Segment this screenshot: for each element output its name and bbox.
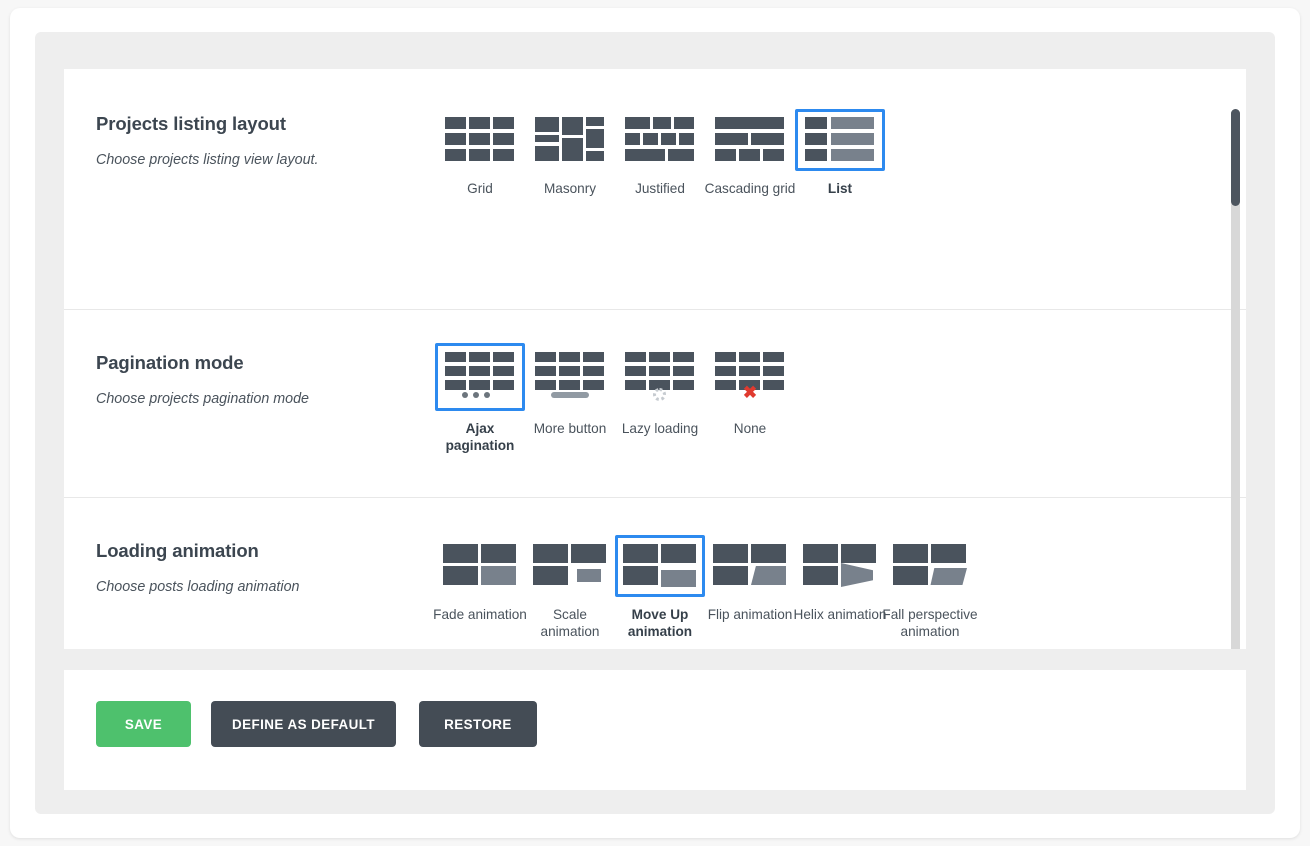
option-icon-box — [435, 535, 525, 597]
pagination-options-row: Ajax pagination — [409, 310, 1246, 454]
more-button-icon — [535, 352, 605, 402]
ajax-pagination-icon — [445, 352, 515, 402]
none-icon: ✖ — [715, 352, 785, 402]
section-title: Projects listing layout — [96, 113, 409, 135]
option-icon-box — [795, 535, 885, 597]
option-label: More button — [522, 420, 618, 437]
option-icon-box — [615, 535, 705, 597]
option-icon-box — [525, 535, 615, 597]
option-icon-box — [615, 109, 705, 171]
option-ajax-pagination[interactable]: Ajax pagination — [435, 343, 525, 454]
option-label: List — [792, 180, 888, 197]
animation-options-row: Fade animation Scale animation — [409, 498, 1246, 640]
option-label: Ajax pagination — [432, 420, 528, 454]
option-label: Flip animation — [702, 606, 798, 623]
option-label: Scale animation — [522, 606, 618, 640]
option-helix-animation[interactable]: Helix animation — [795, 535, 885, 623]
option-label: Fall perspective animation — [882, 606, 978, 640]
option-icon-box — [705, 535, 795, 597]
masonry-layout-icon — [535, 117, 605, 163]
section-title: Loading animation — [96, 540, 409, 562]
option-more-button[interactable]: More button — [525, 343, 615, 437]
flip-animation-icon — [713, 544, 787, 588]
section-pagination-mode: Pagination mode Choose projects paginati… — [64, 310, 1246, 498]
option-icon-box — [435, 109, 525, 171]
option-justified[interactable]: Justified — [615, 109, 705, 197]
grid-layout-icon — [445, 117, 515, 163]
outer-window: Projects listing layout Choose projects … — [10, 8, 1300, 838]
scale-animation-icon — [533, 544, 607, 588]
scrollbar-thumb[interactable] — [1231, 109, 1240, 206]
cross-mark-icon: ✖ — [742, 385, 758, 401]
option-label: Helix animation — [792, 606, 888, 623]
section-description: Choose projects listing view layout. — [96, 152, 409, 168]
option-icon-box — [705, 109, 795, 171]
settings-scroll-container[interactable]: Projects listing layout Choose projects … — [64, 69, 1246, 649]
option-icon-box — [525, 343, 615, 411]
spinner-icon — [653, 388, 666, 401]
option-icon-box — [885, 535, 975, 597]
section-projects-listing-layout: Projects listing layout Choose projects … — [64, 69, 1246, 310]
option-list[interactable]: List — [795, 109, 885, 197]
section-loading-animation: Loading animation Choose posts loading a… — [64, 498, 1246, 649]
list-layout-icon — [805, 117, 875, 163]
option-flip-animation[interactable]: Flip animation — [705, 535, 795, 623]
option-label: Cascading grid — [702, 180, 798, 197]
option-cascading-grid[interactable]: Cascading grid — [705, 109, 795, 197]
save-button[interactable]: SAVE — [96, 701, 191, 747]
section-heading-block: Pagination mode Choose projects paginati… — [64, 310, 409, 407]
option-icon-box — [525, 109, 615, 171]
option-icon-box — [435, 343, 525, 411]
section-heading-block: Loading animation Choose posts loading a… — [64, 498, 409, 595]
option-move-up-animation[interactable]: Move Up animation — [615, 535, 705, 640]
cascading-grid-icon — [715, 117, 785, 163]
section-description: Choose projects pagination mode — [96, 391, 409, 407]
footer-action-bar: SAVE DEFINE AS DEFAULT RESTORE — [64, 670, 1246, 790]
option-icon-box — [615, 343, 705, 411]
option-scale-animation[interactable]: Scale animation — [525, 535, 615, 640]
fall-perspective-animation-icon — [893, 544, 967, 588]
define-as-default-button[interactable]: DEFINE AS DEFAULT — [211, 701, 396, 747]
option-none[interactable]: ✖ None — [705, 343, 795, 437]
section-title: Pagination mode — [96, 352, 409, 374]
option-lazy-loading[interactable]: Lazy loading — [615, 343, 705, 437]
layout-options-row: Grid — [409, 69, 1246, 197]
option-label: Fade animation — [432, 606, 528, 623]
option-icon-box — [795, 109, 885, 171]
option-label: Grid — [432, 180, 528, 197]
option-label: Lazy loading — [612, 420, 708, 437]
section-description: Choose posts loading animation — [96, 579, 409, 595]
restore-button[interactable]: RESTORE — [419, 701, 537, 747]
option-label: Move Up animation — [612, 606, 708, 640]
option-icon-box: ✖ — [705, 343, 795, 411]
fade-animation-icon — [443, 544, 517, 588]
lazy-loading-icon — [625, 352, 695, 402]
settings-panel: Projects listing layout Choose projects … — [35, 32, 1275, 814]
option-masonry[interactable]: Masonry — [525, 109, 615, 197]
justified-layout-icon — [625, 117, 695, 163]
option-grid[interactable]: Grid — [435, 109, 525, 197]
pagination-dots-icon — [462, 392, 490, 398]
option-fade-animation[interactable]: Fade animation — [435, 535, 525, 623]
more-bar-icon — [551, 392, 589, 398]
option-label: Justified — [612, 180, 708, 197]
section-heading-block: Projects listing layout Choose projects … — [64, 69, 409, 168]
option-label: Masonry — [522, 180, 618, 197]
helix-animation-icon — [803, 544, 877, 588]
option-fall-perspective-animation[interactable]: Fall perspective animation — [885, 535, 975, 640]
move-up-animation-icon — [623, 544, 697, 588]
option-label: None — [702, 420, 798, 437]
